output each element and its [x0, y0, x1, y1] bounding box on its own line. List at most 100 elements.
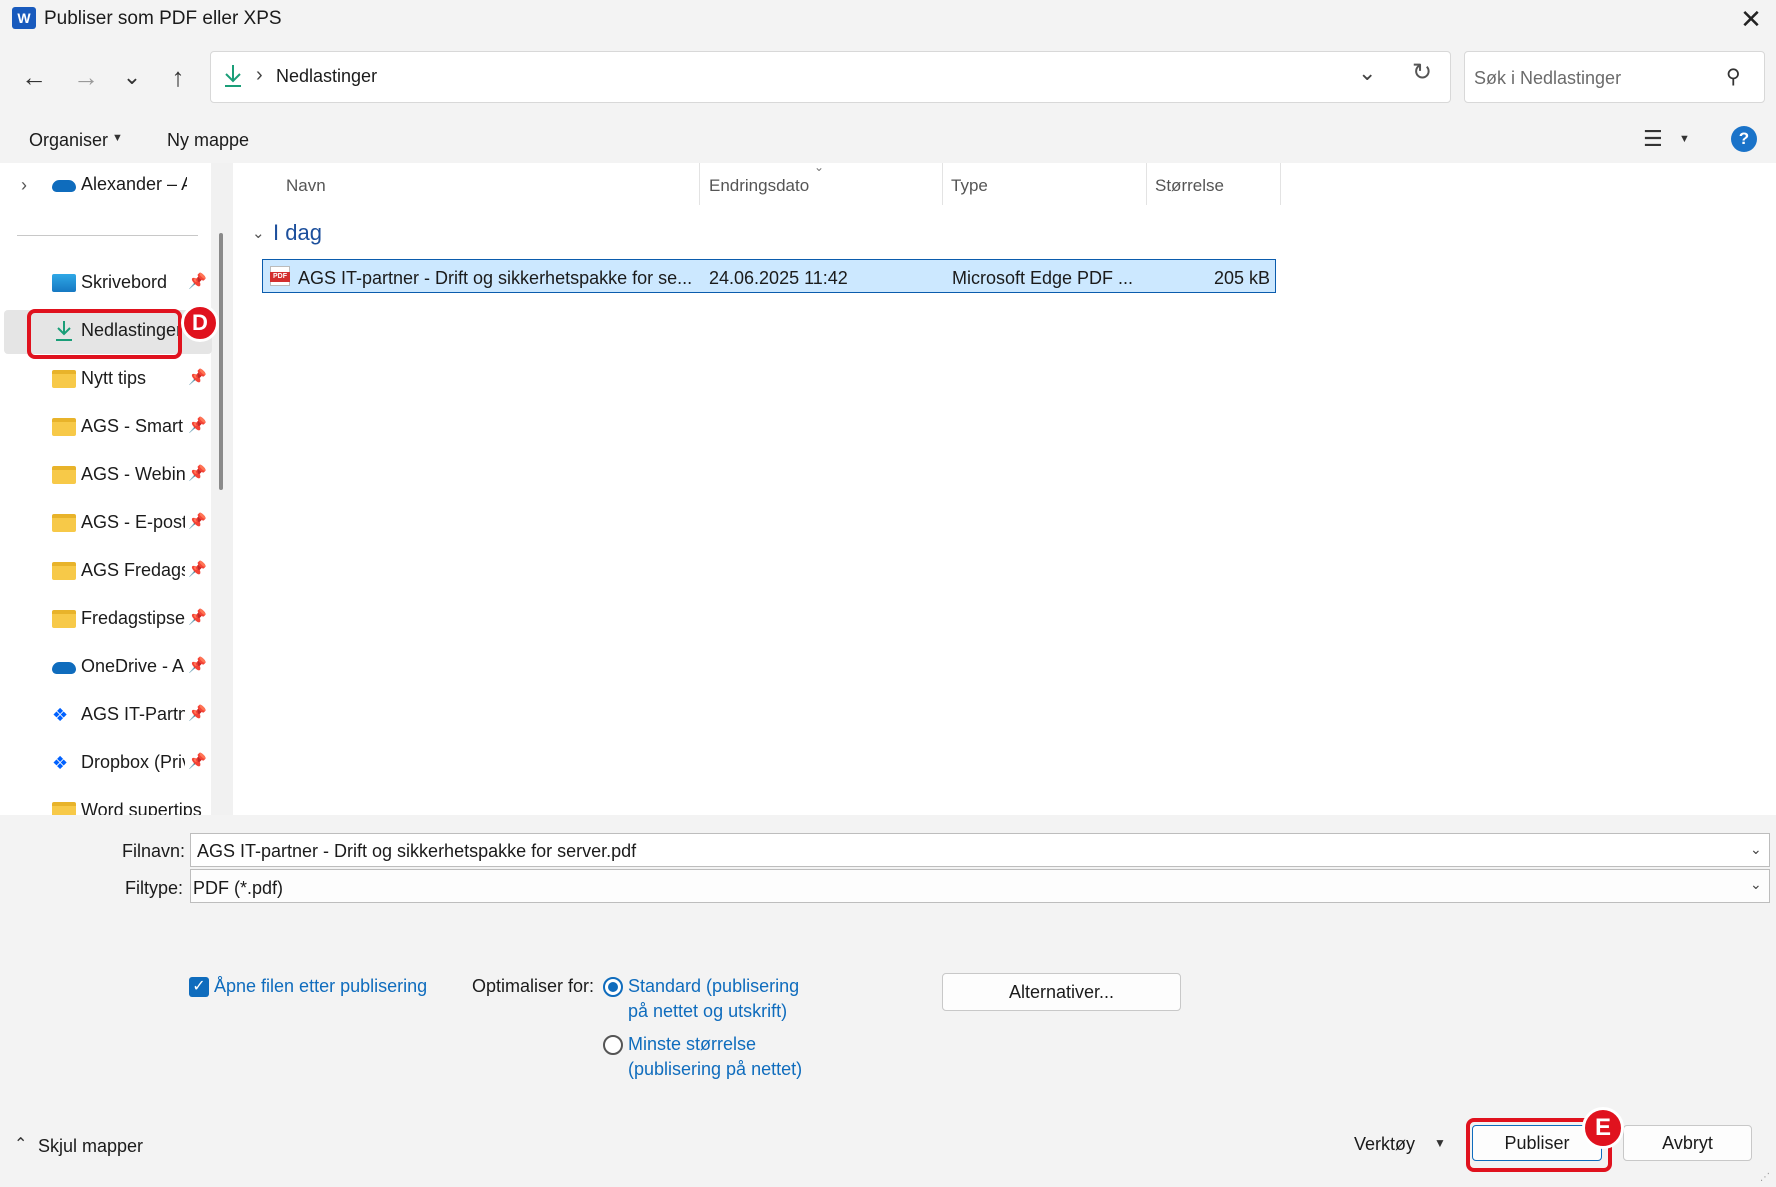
refresh-icon[interactable]: ↻ [1412, 58, 1432, 87]
up-button[interactable]: ↑ [158, 58, 198, 98]
file-type: Microsoft Edge PDF ... [952, 268, 1134, 288]
back-button[interactable]: ← [14, 58, 54, 98]
folder-icon [52, 466, 76, 484]
sidebar-item-label: AGS IT-Partner [81, 704, 185, 724]
close-button[interactable]: ✕ [1726, 0, 1776, 40]
sidebar-item-ags-it-partner[interactable]: ❖ AGS IT-Partner 📌 [0, 693, 211, 737]
sidebar-item-ags-fredagstips[interactable]: AGS Fredagstips 📌 [0, 549, 211, 593]
resize-grip-icon[interactable]: ⋰ [1760, 1172, 1770, 1183]
pdf-file-icon-tag: PDF [270, 272, 290, 282]
sidebar-item-label: Word supertips [81, 800, 202, 815]
open-after-publish-checkbox[interactable]: ✓ [189, 977, 209, 997]
search-icon[interactable]: ⚲ [1726, 64, 1741, 89]
tools-menu-button[interactable]: Verktøy [1354, 1134, 1415, 1155]
optimize-standard-label-line1[interactable]: Standard (publisering [628, 976, 799, 997]
annotation-badge-e: E [1582, 1107, 1624, 1149]
column-header-name[interactable]: Navn [286, 176, 326, 196]
address-dropdown-icon[interactable]: ⌄ [1358, 60, 1376, 86]
sidebar-item-ags-smart[interactable]: AGS - Smart 📌 [0, 405, 211, 449]
desktop-icon [52, 274, 76, 292]
folder-icon [52, 802, 76, 815]
forward-button[interactable]: → [66, 58, 106, 98]
sidebar-item-label: AGS - Webinar [81, 464, 185, 484]
column-divider[interactable] [942, 163, 943, 205]
chevron-up-icon[interactable]: ⌃ [14, 1134, 27, 1154]
column-header-type[interactable]: Type [951, 176, 988, 196]
new-folder-button[interactable]: Ny mappe [167, 130, 249, 151]
search-placeholder: Søk i Nedlastinger [1474, 68, 1622, 88]
organise-menu-button[interactable]: Organiser [29, 130, 108, 151]
recent-locations-button[interactable]: ⌄ [112, 58, 152, 98]
filename-label: Filnavn: [122, 841, 186, 861]
optimize-minimum-label-line1[interactable]: Minste størrelse [628, 1034, 756, 1055]
filetype-value: PDF (*.pdf) [193, 878, 284, 898]
sidebar-item-dropbox-privat[interactable]: ❖ Dropbox (Privat) 📌 [0, 741, 211, 785]
column-divider[interactable] [699, 163, 700, 205]
sidebar-item-word-supertips[interactable]: Word supertips [0, 789, 211, 815]
dropbox-icon: ❖ [52, 753, 69, 773]
folder-icon [52, 562, 76, 580]
address-bar[interactable] [210, 51, 1451, 103]
column-header-size[interactable]: Størrelse [1155, 176, 1224, 196]
sidebar-item-onedrive-a[interactable]: OneDrive - A 📌 [0, 645, 211, 689]
sidebar-item-ags-webinar[interactable]: AGS - Webinar 📌 [0, 453, 211, 497]
caret-down-icon[interactable]: ▼ [1434, 1136, 1446, 1150]
hide-folders-button[interactable]: Skjul mapper [38, 1136, 143, 1157]
navigation-scrollbar-thumb[interactable] [219, 233, 223, 490]
options-button[interactable]: Alternativer... [942, 973, 1181, 1011]
onedrive-icon [52, 662, 76, 674]
group-collapse-chevron-icon[interactable]: ⌄ [252, 224, 265, 242]
command-bar [0, 115, 1776, 163]
optimize-standard-label-line2[interactable]: på nettet og utskrift) [628, 1001, 787, 1022]
breadcrumb-separator: › [256, 64, 263, 86]
sidebar-item-label: AGS - E-post [81, 512, 185, 532]
folder-icon [52, 418, 76, 436]
optimize-standard-radio[interactable] [603, 977, 623, 997]
group-header[interactable]: I dag [273, 220, 322, 246]
pin-icon: 📌 [188, 465, 207, 482]
breadcrumb-location[interactable]: Nedlastinger [276, 66, 377, 87]
pin-icon: 📌 [188, 417, 207, 434]
filename-value: AGS IT-partner - Drift og sikkerhetspakk… [197, 841, 637, 861]
pin-icon: 📌 [188, 273, 207, 290]
folder-icon [52, 370, 76, 388]
pin-icon: 📌 [188, 657, 207, 674]
folder-icon [52, 610, 76, 628]
pin-icon: 📌 [188, 561, 207, 578]
caret-down-icon: ▼ [112, 132, 123, 144]
optimize-minimum-radio[interactable] [603, 1035, 623, 1055]
pin-icon: 📌 [188, 705, 207, 722]
sidebar-item-skrivebord[interactable]: Skrivebord 📌 [0, 261, 211, 305]
onedrive-icon [52, 180, 76, 192]
optimize-minimum-label-line2[interactable]: (publisering på nettet) [628, 1059, 802, 1080]
view-options-icon[interactable]: ☰ [1643, 126, 1663, 152]
file-size: 205 kB [1214, 268, 1271, 288]
optimize-label: Optimaliser for: [472, 976, 595, 996]
sidebar-item-ags-e-post[interactable]: AGS - E-post 📌 [0, 501, 211, 545]
sidebar-item-label: Fredagstipset [81, 608, 185, 628]
cancel-button[interactable]: Avbryt [1623, 1125, 1752, 1161]
download-icon [225, 65, 241, 87]
sidebar-item-label: Alexander – AGS [81, 174, 187, 194]
file-date: 24.06.2025 11:42 [709, 268, 848, 288]
sidebar-item-label: Dropbox (Privat) [81, 752, 185, 772]
chevron-down-icon[interactable]: ⌄ [1750, 876, 1762, 893]
sidebar-item-label: OneDrive - A [81, 656, 185, 676]
word-app-icon: W [12, 7, 36, 29]
open-after-publish-label[interactable]: Åpne filen etter publisering [214, 976, 427, 997]
sidebar-item-nytt-tips[interactable]: Nytt tips 📌 [0, 357, 211, 401]
file-name: AGS IT-partner - Drift og sikkerhetspakk… [298, 268, 693, 288]
caret-down-icon[interactable]: ▼ [1679, 133, 1690, 145]
help-icon[interactable]: ? [1731, 126, 1757, 152]
column-divider[interactable] [1280, 163, 1281, 205]
filetype-select[interactable] [190, 869, 1770, 903]
folder-icon [52, 514, 76, 532]
annotation-highlight-d [27, 309, 182, 359]
column-header-date[interactable]: Endringsdato [709, 176, 809, 196]
pin-icon: 📌 [188, 369, 207, 386]
sidebar-item-fredagstipset[interactable]: Fredagstipset 📌 [0, 597, 211, 641]
sidebar-item-onedrive-account[interactable]: Alexander – AGS [0, 163, 211, 207]
navigation-divider [17, 235, 198, 236]
column-divider[interactable] [1146, 163, 1147, 205]
chevron-down-icon[interactable]: ⌄ [1750, 841, 1762, 858]
